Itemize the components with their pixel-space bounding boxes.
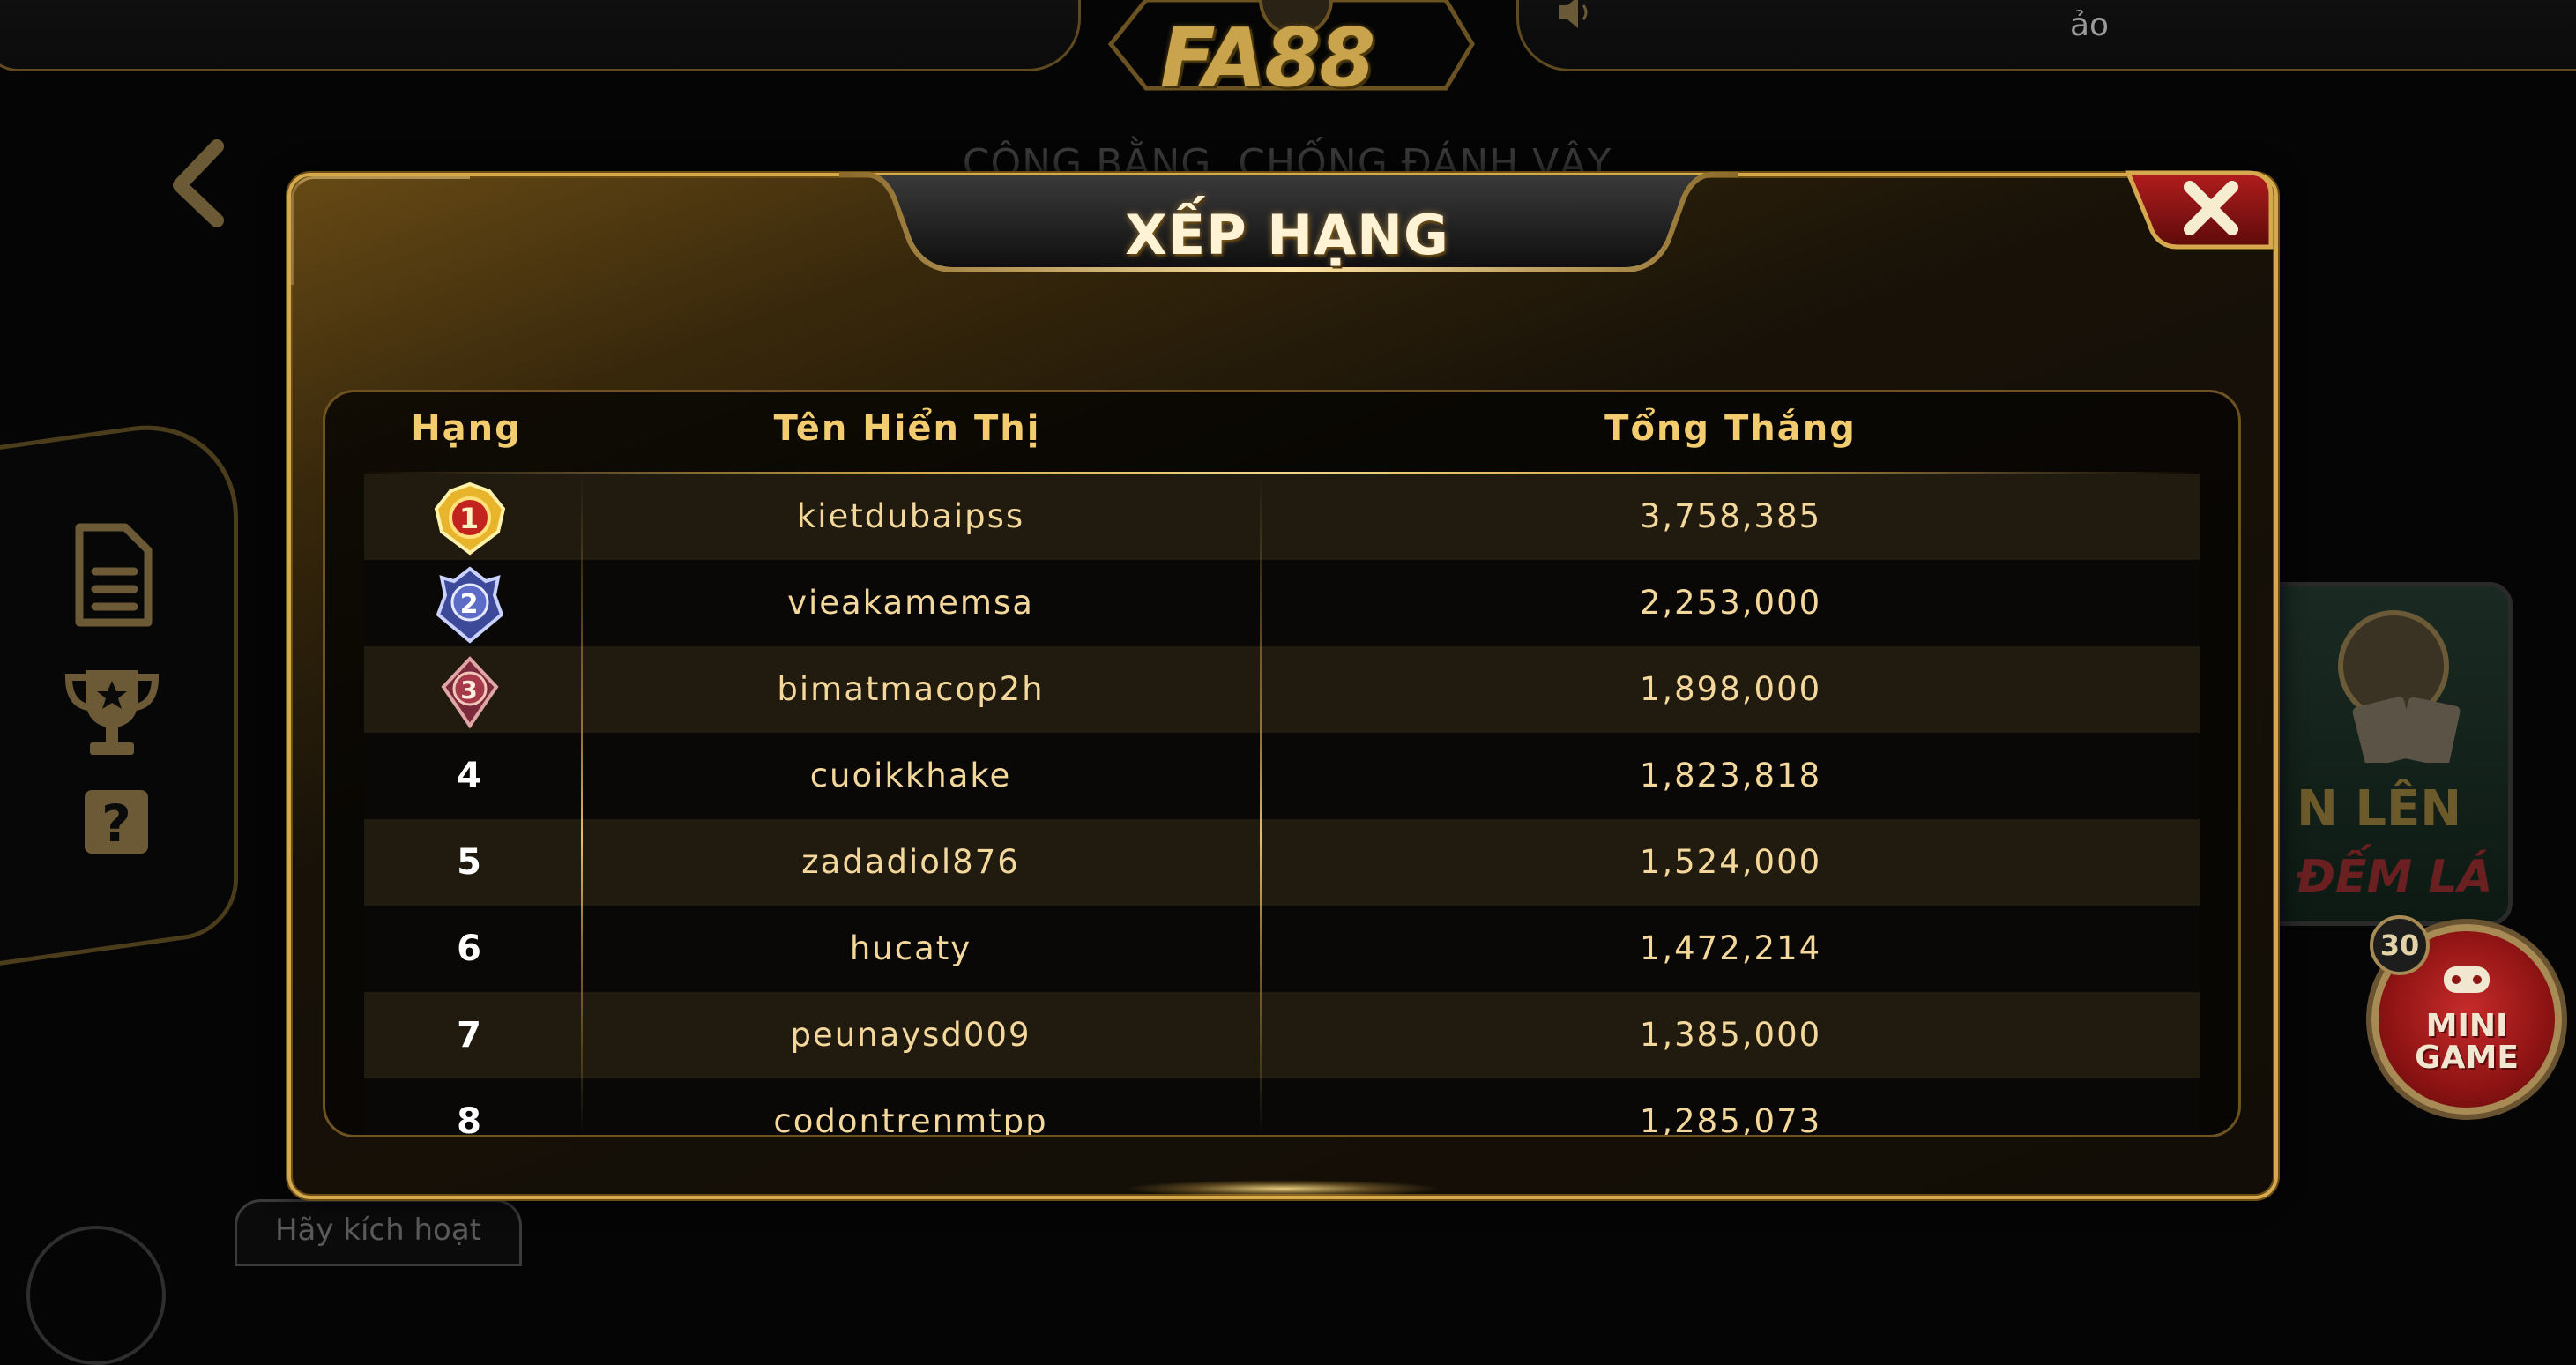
- svg-text:?: ?: [101, 794, 131, 854]
- total-wins: 3,758,385: [1639, 497, 1822, 535]
- player-name: bimatmacop2h: [777, 670, 1045, 708]
- total-wins: 1,524,000: [1639, 843, 1822, 881]
- poker-chip-icon: [2338, 610, 2461, 763]
- column-header-rank: Hạng: [411, 408, 522, 449]
- total-wins: 1,823,818: [1639, 757, 1822, 794]
- top-left-panel: [0, 0, 1081, 71]
- rank-cell: 2: [364, 560, 576, 646]
- game-card-tien-len[interactable]: N LÊN ĐẾM LÁ: [2257, 582, 2513, 926]
- table-row: 5 zadadiol876 1,524,000: [364, 819, 2200, 906]
- player-name: codontrenmtpp: [773, 1102, 1048, 1138]
- player-name: hucaty: [849, 929, 972, 967]
- column-header-total: Tổng Thắng: [1604, 408, 1857, 449]
- table-header: Hạng Tên Hiển Thị Tổng Thắng: [325, 392, 2238, 472]
- bronze-medal-icon: 3: [441, 656, 499, 729]
- svg-text:2: 2: [460, 589, 480, 620]
- table-row: 8 codontrenmtpp 1,285,073: [364, 1078, 2200, 1138]
- total-wins: 1,472,214: [1639, 929, 1822, 967]
- player-name: zadadiol876: [801, 843, 1020, 881]
- table-row: 1 kietdubaipss 3,758,385: [364, 474, 2200, 560]
- player-name: vieakamemsa: [787, 584, 1034, 622]
- help-icon[interactable]: ?: [81, 787, 152, 857]
- total-wins: 1,385,000: [1639, 1016, 1822, 1054]
- bottom-left-circle: [26, 1226, 166, 1365]
- top-right-text: ảo: [2069, 7, 2110, 43]
- modal-title: XẾP HẠNG: [1125, 203, 1449, 267]
- player-name: kietdubaipss: [796, 497, 1025, 535]
- table-body: 1 kietdubaipss 3,758,385 2 vieakamemsa 2…: [364, 474, 2200, 1138]
- back-arrow-icon[interactable]: [168, 139, 238, 228]
- total-wins: 1,285,073: [1639, 1102, 1822, 1138]
- total-wins: 1,898,000: [1639, 670, 1822, 708]
- document-icon[interactable]: [71, 522, 155, 630]
- rank-cell: 8: [457, 1101, 483, 1138]
- table-row: 2 vieakamemsa 2,253,000: [364, 560, 2200, 646]
- modal-corner-shine: [291, 176, 470, 285]
- rank-cell: 3: [364, 646, 576, 733]
- leaderboard-table[interactable]: Hạng Tên Hiển Thị Tổng Thắng 1 kietdubai…: [323, 390, 2241, 1138]
- rank-cell: 4: [457, 756, 483, 796]
- table-row: 3 bimatmacop2h 1,898,000: [364, 646, 2200, 733]
- column-divider-2: [1260, 474, 1262, 1135]
- rank-cell: 7: [457, 1015, 483, 1055]
- column-header-name: Tên Hiển Thị: [773, 408, 1041, 449]
- modal-bottom-glow: [1124, 1180, 1441, 1197]
- minigame-label: MINI GAME: [2415, 1008, 2519, 1076]
- table-row: 6 hucaty 1,472,214: [364, 906, 2200, 992]
- gold-medal-icon: 1: [434, 481, 506, 556]
- rank-cell: 1: [364, 474, 576, 560]
- svg-text:1: 1: [459, 502, 480, 535]
- speaker-icon[interactable]: [1555, 0, 1597, 30]
- gamepad-icon: [2444, 966, 2490, 993]
- minigame-badge: 30: [2370, 915, 2430, 975]
- total-wins: 2,253,000: [1639, 584, 1822, 622]
- game-card-subtitle: ĐẾM LÁ: [2297, 851, 2493, 904]
- rank-cell: 5: [457, 842, 483, 883]
- svg-text:3: 3: [460, 675, 479, 705]
- trophy-icon[interactable]: [63, 663, 160, 760]
- table-row: 4 cuoikkhake 1,823,818: [364, 733, 2200, 819]
- player-name: peunaysd009: [790, 1016, 1031, 1054]
- column-divider-1: [581, 474, 583, 1135]
- table-row: 7 peunaysd009 1,385,000: [364, 992, 2200, 1078]
- game-card-title: N LÊN: [2297, 780, 2462, 838]
- player-name: cuoikkhake: [809, 757, 1012, 794]
- activate-button[interactable]: Hãy kích hoạt: [235, 1199, 522, 1266]
- close-icon[interactable]: [2176, 173, 2246, 243]
- silver-medal-icon: 2: [436, 566, 504, 644]
- logo-text: FA88: [1160, 11, 1375, 105]
- rank-cell: 6: [457, 929, 483, 969]
